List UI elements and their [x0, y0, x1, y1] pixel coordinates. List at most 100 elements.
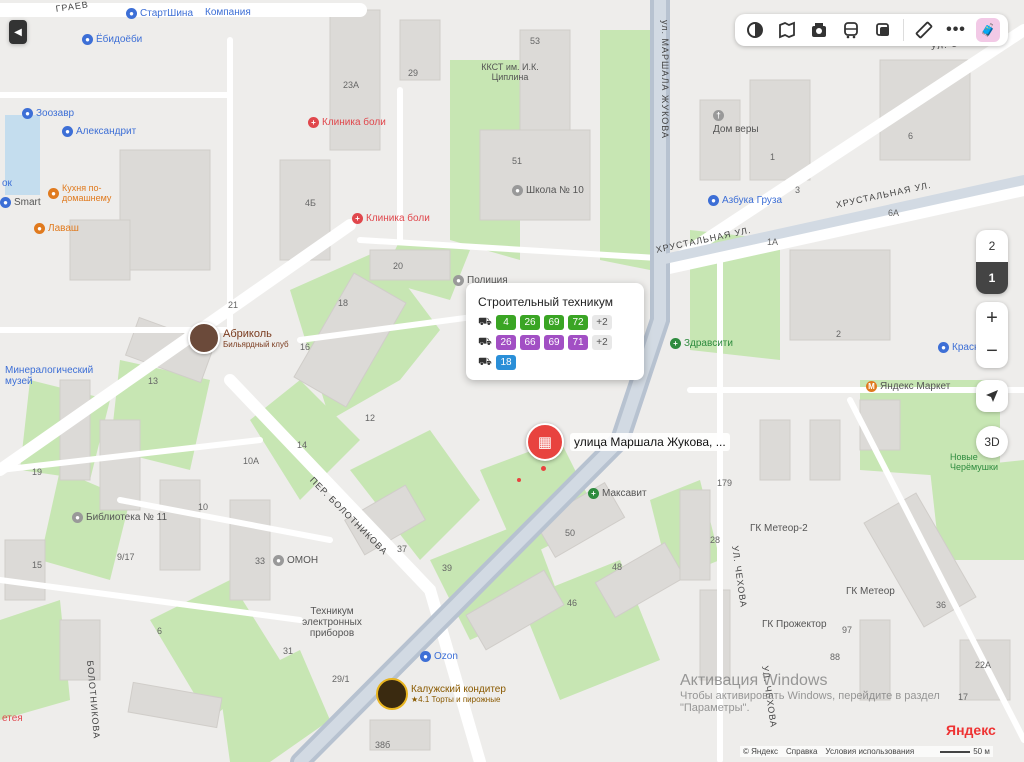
poi-maksavit[interactable]: + Максавит — [588, 488, 647, 499]
selected-place-pin[interactable]: ▦ улица Маршала Жукова, ... — [526, 423, 730, 461]
more-routes-badge[interactable]: +2 — [592, 335, 612, 350]
3d-button[interactable]: 3D — [976, 426, 1008, 458]
poi-kaluzhsky[interactable]: Калужский кондитер ★4.1 Торты и пирожные — [376, 678, 506, 710]
poi-aleksandrit[interactable]: ● Александрит — [62, 126, 136, 137]
route-badge[interactable]: 72 — [568, 315, 588, 330]
location-dot — [517, 478, 521, 482]
help-link[interactable]: Справка — [786, 747, 817, 756]
house-number: 6 — [908, 131, 914, 141]
terms-link[interactable]: Условия использования — [825, 747, 914, 756]
poi-ozon[interactable]: ● Ozon — [420, 651, 458, 662]
copyright-link[interactable]: © Яндекс — [743, 747, 778, 756]
pet-icon: ● — [22, 108, 33, 119]
poi-klinika1[interactable]: + Клиника боли — [308, 117, 386, 128]
poi-label: ГК Метеор-2 — [750, 523, 808, 534]
poi-abrikol[interactable]: Абриколь Бильярдный клуб — [188, 322, 289, 354]
map-toolbar: ••• 🧳 — [735, 14, 1008, 46]
more-button[interactable]: ••• — [940, 14, 972, 46]
pharmacy-icon: + — [670, 338, 681, 349]
house-number: 51 — [512, 156, 523, 166]
house-number: 179 — [717, 478, 733, 488]
shop-icon: ● — [938, 342, 949, 353]
house-number: 10А — [243, 456, 260, 466]
house-number: 29/1 — [332, 674, 350, 684]
house-number: 36 — [936, 600, 947, 610]
poi-lavash[interactable]: ● Лаваш — [34, 223, 79, 234]
house-number: 13 — [148, 376, 159, 386]
route-badge[interactable]: 26 — [496, 335, 516, 350]
poi-tochka[interactable]: ок — [2, 178, 12, 189]
ruler-button[interactable] — [908, 14, 940, 46]
route-badge[interactable]: 71 — [568, 335, 588, 350]
route-badge[interactable]: 69 — [544, 335, 564, 350]
floor-2-button[interactable]: 2 — [976, 230, 1008, 262]
route-badge[interactable]: 26 — [520, 315, 540, 330]
more-icon: ••• — [946, 21, 966, 38]
poi-tehnikum[interactable]: Техникум электронных приборов — [292, 606, 372, 639]
route-badge[interactable]: 18 — [496, 355, 516, 370]
panorama-button[interactable] — [771, 14, 803, 46]
trolley-icon: ⛟ — [478, 335, 492, 348]
poi-klinika2[interactable]: + Клиника боли — [352, 213, 430, 224]
poi-mineral[interactable]: Минералогический музей — [5, 365, 115, 387]
poi-kuhnya[interactable]: ● Кухня по-домашнему — [48, 183, 122, 203]
3d-label: 3D — [984, 435, 1000, 449]
house-number: 2 — [836, 329, 842, 339]
poi-zdravsiti[interactable]: + Здравсити — [670, 338, 733, 349]
route-badge[interactable]: 66 — [520, 335, 540, 350]
poi-zoozavr[interactable]: ● Зоозавр — [22, 108, 74, 119]
house-number: 20 — [393, 261, 404, 271]
yandex-logo[interactable]: Яндекс — [946, 722, 996, 738]
poi-ebidoebi[interactable]: ● Ёбидоёби — [82, 34, 142, 45]
poi-dom-very[interactable]: † Дом веры — [713, 110, 759, 135]
poi-gk-meteor[interactable]: ГК Метеор — [846, 586, 895, 597]
transport-button[interactable] — [835, 14, 867, 46]
poi-azbuka[interactable]: ● Азбука Груза — [708, 195, 782, 206]
poi-gk-meteor2[interactable]: ГК Метеор-2 — [750, 523, 808, 534]
poi-label: Здравсити — [684, 338, 733, 349]
floor-1-button[interactable]: 1 — [976, 262, 1008, 294]
more-routes-badge[interactable]: +2 — [592, 315, 612, 330]
layers-button[interactable] — [739, 14, 771, 46]
selected-place-label: улица Маршала Жукова, ... — [570, 433, 730, 451]
house-number: 31 — [283, 646, 294, 656]
poi-label: Клиника боли — [322, 117, 386, 128]
poi-kkst[interactable]: ККСТ им. И.К. Циплина — [475, 62, 545, 82]
layers-alt-button[interactable] — [867, 14, 899, 46]
photo-icon — [812, 23, 826, 37]
billiards-icon — [188, 322, 220, 354]
house-number: 21 — [228, 300, 239, 310]
photo-button[interactable] — [803, 14, 835, 46]
my-location-button[interactable] — [976, 380, 1008, 412]
poi-biblioteka[interactable]: ● Библиотека № 11 — [72, 512, 167, 523]
market-icon: M — [866, 381, 877, 392]
zoom-out-button[interactable]: − — [976, 335, 1008, 368]
poi-label: Минералогический музей — [5, 365, 94, 387]
poi-startshina[interactable]: ● СтартШина — [126, 8, 193, 19]
house-number: 17 — [958, 692, 969, 702]
poi-gk-prozhektor[interactable]: ГК Прожектор — [762, 619, 827, 630]
poi-label: ок — [2, 178, 12, 189]
poi-smart[interactable]: ● Smart — [0, 197, 41, 208]
zoom-in-button[interactable]: + — [976, 302, 1008, 335]
poi-ocherka[interactable]: етея — [2, 713, 23, 724]
food-icon: ● — [34, 223, 45, 234]
house-number: 1А — [767, 237, 779, 247]
poi-label: Александрит — [76, 126, 137, 137]
poi-kompaniya[interactable]: Компания — [205, 7, 251, 18]
house-number: 3 — [795, 185, 801, 195]
poi-label: Школа № 10 — [526, 185, 584, 196]
house-number: 14 — [297, 440, 308, 450]
stop-title: Строительный техникум — [478, 295, 613, 309]
route-badge[interactable]: 69 — [544, 315, 564, 330]
poi-yandex-market[interactable]: M Яндекс Маркет — [866, 381, 950, 392]
panorama-icon — [779, 21, 795, 39]
shop-icon: ● — [0, 197, 11, 208]
stop-popup[interactable]: Строительный техникум ⛟ 4 26 69 72 +2 ⛟ … — [466, 283, 644, 380]
poi-omon[interactable]: ● ОМОН — [273, 555, 318, 566]
poi-shkola[interactable]: ● Школа № 10 — [512, 185, 584, 196]
house-number: 88 — [830, 652, 841, 662]
route-badge[interactable]: 4 — [496, 315, 516, 330]
collapse-sidebar-button[interactable]: ◀ — [9, 20, 27, 44]
profile-button[interactable]: 🧳 — [972, 14, 1004, 46]
